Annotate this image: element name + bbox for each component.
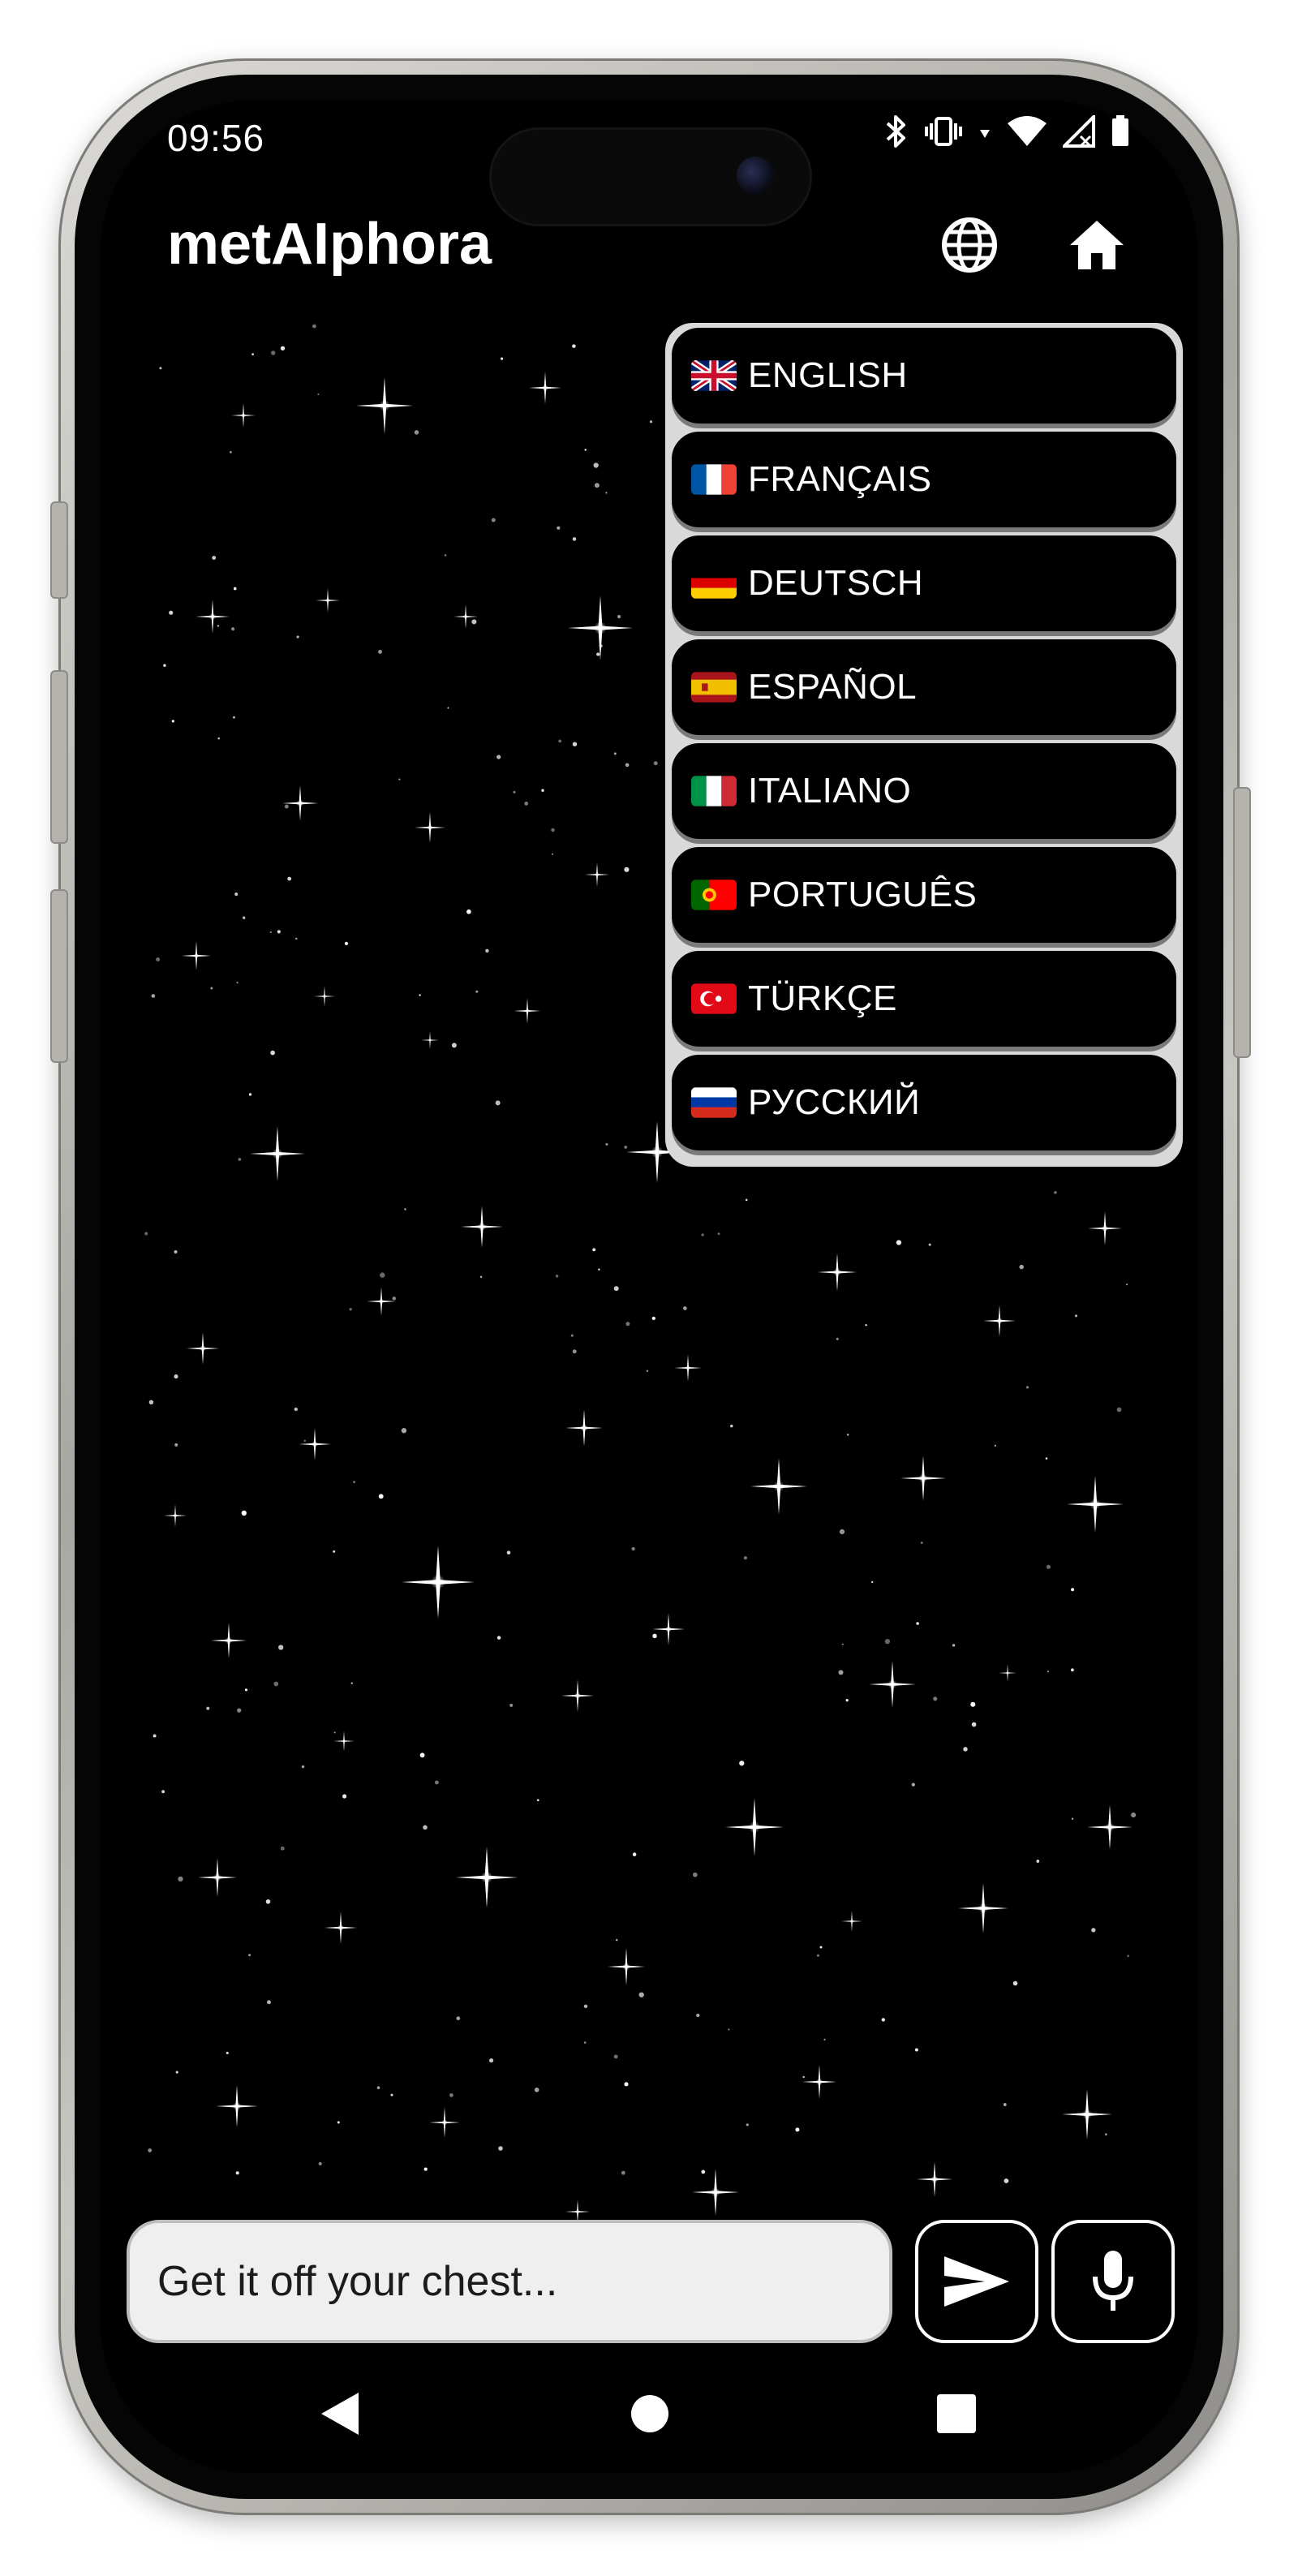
data-arrow-icon [980,130,990,138]
uk-flag-icon [691,360,737,391]
language-option-turkish[interactable]: TÜRKÇE [672,951,1176,1047]
battery-icon [1112,115,1128,146]
portugal-flag-icon [691,879,737,910]
language-label: ITALIANO [748,771,912,811]
germany-flag-icon [691,568,737,599]
power-button [1233,787,1251,1058]
recents-button[interactable] [928,2385,985,2442]
volume-down-button [50,889,68,1063]
language-label: FRANÇAIS [748,459,932,499]
bluetooth-icon [886,115,905,148]
message-input[interactable] [127,2220,892,2343]
turkey-flag-icon [691,983,737,1014]
vibrate-icon [925,117,962,146]
back-button[interactable] [312,2385,368,2442]
globe-icon[interactable] [935,211,1004,279]
send-icon [944,2256,1009,2307]
microphone-button[interactable] [1051,2220,1175,2343]
language-option-spanish[interactable]: ESPAÑOL [672,639,1176,735]
home-icon[interactable] [1063,211,1131,279]
volume-up-button [50,670,68,844]
language-menu: ENGLISH FRANÇAIS DEUTSCH ESPAÑOL ITALIAN… [665,323,1183,1167]
language-option-portuguese[interactable]: PORTUGUÊS [672,847,1176,943]
app-title: metAIphora [167,212,492,277]
recents-icon [937,2394,976,2433]
status-time: 09:56 [167,117,265,159]
send-button[interactable] [915,2220,1038,2343]
spain-flag-icon [691,672,737,703]
back-icon [321,2393,359,2435]
russia-flag-icon [691,1087,737,1118]
language-option-german[interactable]: DEUTSCH [672,535,1176,631]
language-option-french[interactable]: FRANÇAIS [672,432,1176,527]
language-option-italian[interactable]: ITALIANO [672,743,1176,839]
language-option-russian[interactable]: РУССКИЙ [672,1055,1176,1150]
language-label: ESPAÑOL [748,667,918,707]
language-label: TÜRKÇE [748,978,897,1018]
status-icons [884,114,1129,149]
language-option-english[interactable]: ENGLISH [672,328,1176,424]
italy-flag-icon [691,776,737,806]
language-label: PORTUGUÊS [748,875,978,914]
signal-icon [1063,115,1095,148]
wifi-icon [1008,116,1047,146]
language-label: DEUTSCH [748,563,924,603]
france-flag-icon [691,464,737,495]
camera-lens [737,157,774,194]
home-circle-icon [631,2395,668,2432]
language-label: ENGLISH [748,355,908,395]
home-nav-button[interactable] [621,2385,678,2442]
action-button [50,501,68,599]
microphone-icon [1093,2251,1133,2311]
language-label: РУССКИЙ [748,1082,921,1122]
